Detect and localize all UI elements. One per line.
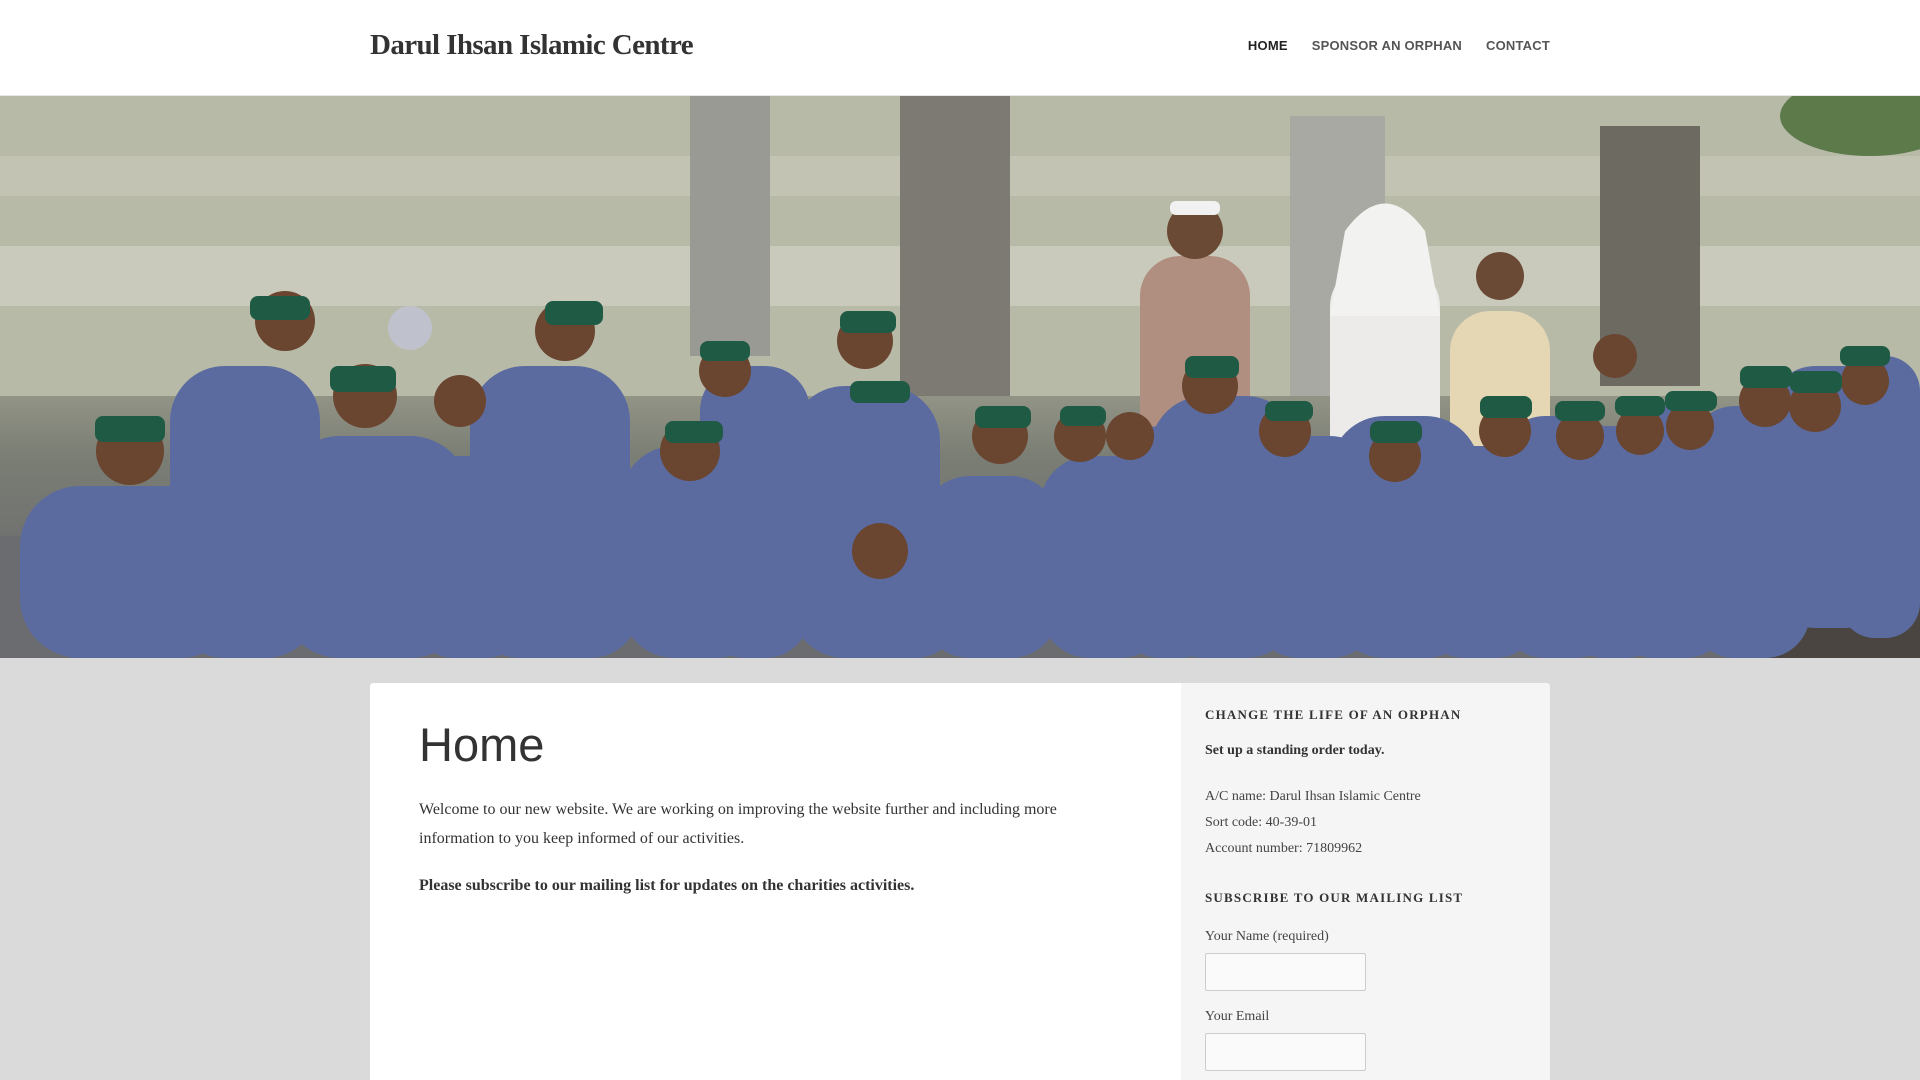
standing-order-cta: Set up a standing order today. xyxy=(1205,743,1385,758)
nav-contact[interactable]: CONTACT xyxy=(1486,38,1550,53)
hero-image xyxy=(0,96,1920,658)
page-title: Home xyxy=(419,718,545,771)
email-input[interactable] xyxy=(1205,1033,1366,1071)
mailing-widget-title: SUBSCRIBE TO OUR MAILING LIST xyxy=(1205,890,1464,905)
email-field-label: Your Email xyxy=(1205,1009,1270,1024)
account-number: Account number: 71809962 xyxy=(1205,841,1363,856)
main-navigation: HOME SPONSOR AN ORPHAN CONTACT xyxy=(1248,38,1550,53)
hero-illustration xyxy=(0,96,1920,658)
nav-sponsor-an-orphan[interactable]: SPONSOR AN ORPHAN xyxy=(1312,38,1462,53)
account-details: A/C name: Darul Ihsan Islamic Centre Sor… xyxy=(1205,784,1421,862)
sort-code: Sort code: 40-39-01 xyxy=(1205,815,1317,830)
main-content: Home Welcome to our new website. We are … xyxy=(370,683,1181,1080)
orphan-widget-title: CHANGE THE LIFE OF AN ORPHAN xyxy=(1205,707,1462,722)
account-name: A/C name: Darul Ihsan Islamic Centre xyxy=(1205,789,1421,804)
sidebar: CHANGE THE LIFE OF AN ORPHAN Set up a st… xyxy=(1181,683,1550,1080)
name-field-label: Your Name (required) xyxy=(1205,929,1329,944)
site-title[interactable]: Darul Ihsan Islamic Centre xyxy=(370,29,694,62)
nav-home[interactable]: HOME xyxy=(1248,38,1288,53)
name-input[interactable] xyxy=(1205,953,1366,991)
subscribe-note: Please subscribe to our mailing list for… xyxy=(419,877,915,894)
intro-paragraph: Welcome to our new website. We are worki… xyxy=(419,801,1057,847)
site-header: Darul Ihsan Islamic Centre HOME SPONSOR … xyxy=(0,0,1920,96)
